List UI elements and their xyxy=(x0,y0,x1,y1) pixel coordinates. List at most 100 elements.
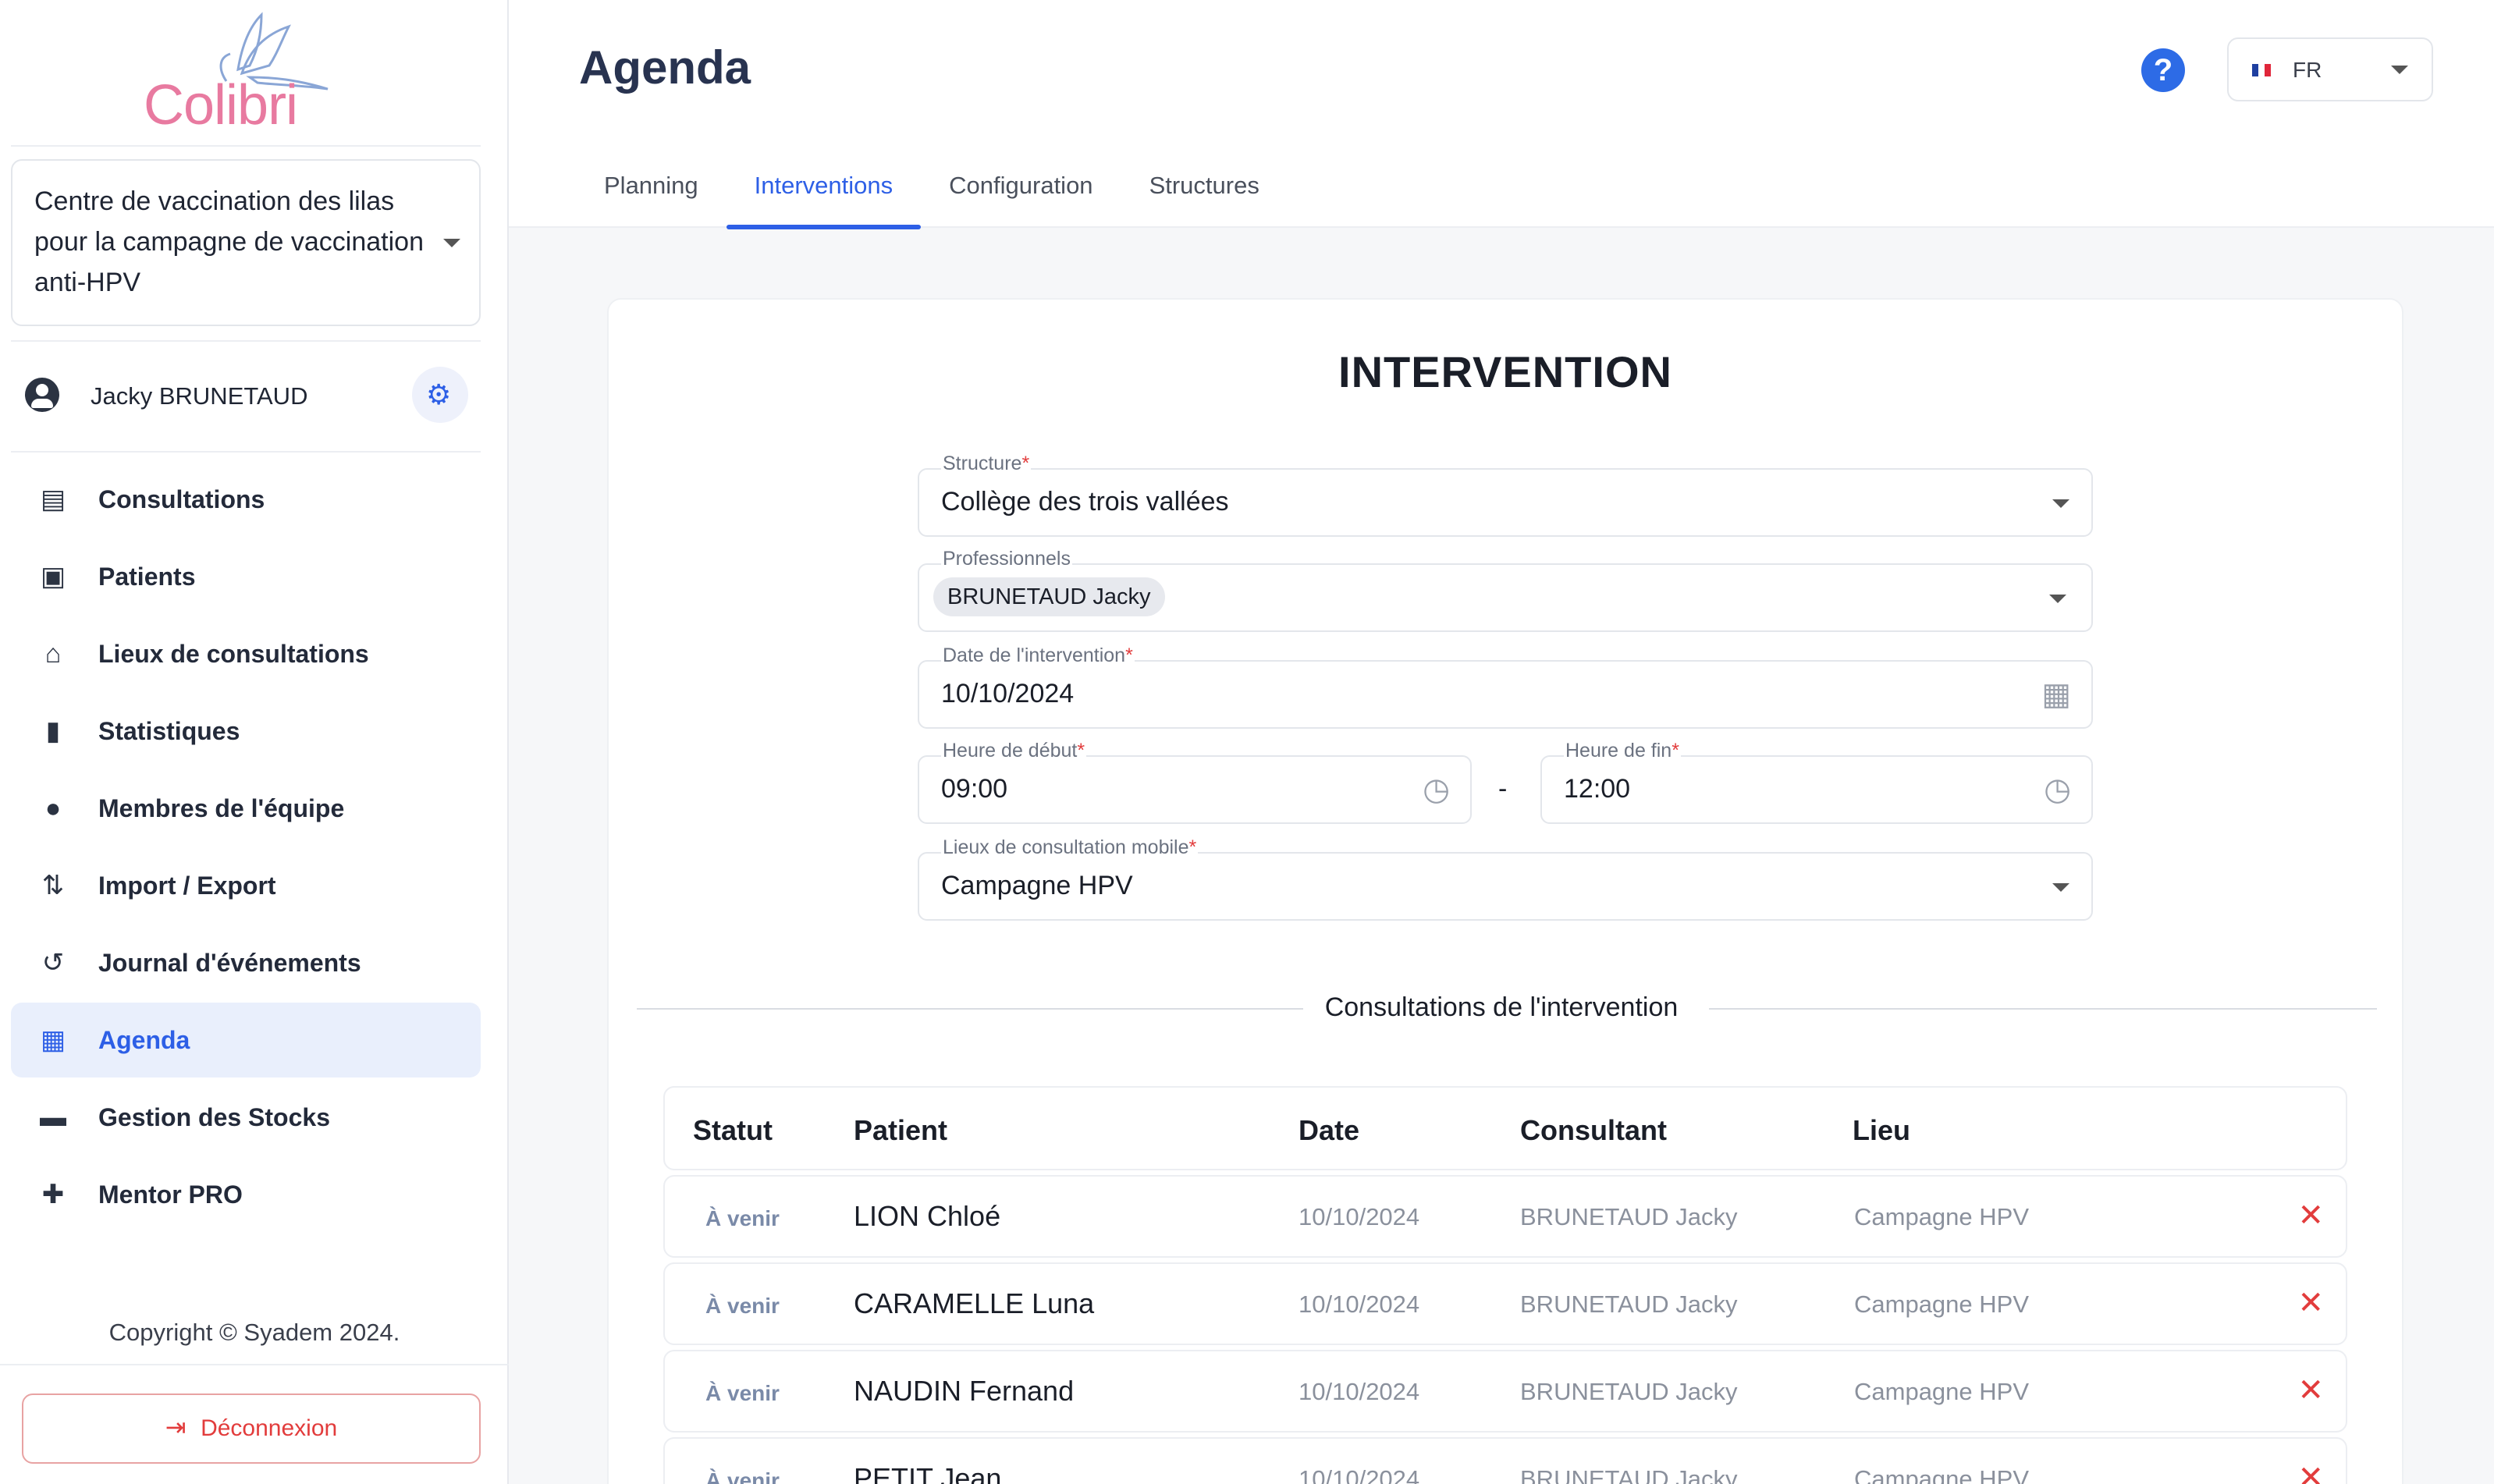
consultation-place: Campagne HPV xyxy=(1854,1465,2030,1484)
calendar-icon[interactable]: ▦ xyxy=(2041,679,2071,710)
section-title: Consultations de l'intervention xyxy=(509,992,2494,1023)
sidebar: Colibri Centre de vaccination des lilas … xyxy=(0,0,509,1484)
end-time-label: Heure de fin* xyxy=(1564,740,1681,762)
sidebar-item-membres[interactable]: ● Membres de l'équipe xyxy=(11,771,481,846)
patient-name[interactable]: PETIT Jean xyxy=(854,1462,1001,1484)
clock-icon[interactable]: ◷ xyxy=(1423,774,1450,805)
professional-chip[interactable]: BRUNETAUD Jacky xyxy=(933,577,1165,616)
delete-icon[interactable]: ✕ xyxy=(2297,1200,2324,1231)
page-title: Agenda xyxy=(579,41,751,94)
archive-icon: ▬ xyxy=(40,1102,66,1132)
calendar-icon: ▦ xyxy=(40,1025,66,1055)
consultant-name: BRUNETAUD Jacky xyxy=(1520,1291,1738,1318)
history-icon: ↺ xyxy=(41,948,65,978)
sidebar-item-stocks[interactable]: ▬ Gestion des Stocks xyxy=(11,1080,481,1155)
end-time-field[interactable]: Heure de fin* 12:00 ◷ xyxy=(1540,740,2093,824)
consultation-date: 10/10/2024 xyxy=(1299,1291,1420,1318)
time-separator: - xyxy=(1498,774,1508,804)
tab-structures[interactable]: Structures xyxy=(1121,162,1288,228)
sidebar-item-label: Lieux de consultations xyxy=(98,640,369,668)
caret-down-icon xyxy=(2052,499,2069,508)
language-code: FR xyxy=(2293,58,2322,82)
sidebar-item-lieux[interactable]: ⌂ Lieux de consultations xyxy=(11,616,481,691)
language-selector[interactable]: FR xyxy=(2227,37,2433,101)
clock-icon[interactable]: ◷ xyxy=(2044,774,2071,805)
tabs: Planning Interventions Configuration Str… xyxy=(576,162,1288,229)
delete-icon[interactable]: ✕ xyxy=(2297,1462,2324,1484)
table-header: Statut Patient Date Consultant Lieu xyxy=(663,1086,2347,1170)
status-badge: À venir xyxy=(705,1294,780,1318)
consultation-date: 10/10/2024 xyxy=(1299,1465,1420,1484)
logout-label: Déconnexion xyxy=(201,1415,338,1441)
divider xyxy=(11,340,481,342)
sidebar-item-label: Agenda xyxy=(98,1026,190,1054)
caret-down-icon xyxy=(443,239,460,247)
column-header-place: Lieu xyxy=(1853,1114,1911,1146)
help-icon[interactable]: ? xyxy=(2141,48,2185,92)
table-row[interactable]: À venir PETIT Jean 10/10/2024 BRUNETAUD … xyxy=(663,1437,2347,1484)
consultation-place: Campagne HPV xyxy=(1854,1291,2030,1318)
account-circle-icon xyxy=(25,378,59,412)
consultation-date: 10/10/2024 xyxy=(1299,1378,1420,1405)
mobile-location-select[interactable]: Lieux de consultation mobile* Campagne H… xyxy=(918,836,2093,921)
date-value: 10/10/2024 xyxy=(941,679,1075,708)
structure-select[interactable]: Structure* Collège des trois vallées xyxy=(918,453,2093,537)
consultation-place: Campagne HPV xyxy=(1854,1378,2030,1405)
consultant-name: BRUNETAUD Jacky xyxy=(1520,1203,1738,1230)
sidebar-item-journal[interactable]: ↺ Journal d'événements xyxy=(11,925,481,1000)
logout-button[interactable]: ⇥ Déconnexion xyxy=(22,1393,481,1464)
sidebar-item-label: Consultations xyxy=(98,485,265,513)
structure-value: Collège des trois vallées xyxy=(941,487,1229,517)
start-time-label: Heure de début* xyxy=(941,740,1087,762)
tab-planning[interactable]: Planning xyxy=(576,162,727,228)
clipboard-icon: ▤ xyxy=(40,485,66,514)
sidebar-item-label: Journal d'événements xyxy=(98,949,361,977)
consultation-date: 10/10/2024 xyxy=(1299,1203,1420,1230)
bar-chart-icon: ▮ xyxy=(45,716,61,746)
consultant-name: BRUNETAUD Jacky xyxy=(1520,1378,1738,1405)
divider xyxy=(11,451,481,453)
sidebar-item-consultations[interactable]: ▤ Consultations xyxy=(11,462,481,537)
divider xyxy=(11,145,481,147)
sidebar-item-patients[interactable]: ▣ Patients xyxy=(11,539,481,614)
start-time-field[interactable]: Heure de début* 09:00 ◷ xyxy=(918,740,1472,824)
delete-icon[interactable]: ✕ xyxy=(2297,1287,2324,1319)
sidebar-item-import-export[interactable]: ⇅ Import / Export xyxy=(11,848,481,923)
sidebar-item-agenda[interactable]: ▦ Agenda xyxy=(11,1003,481,1077)
caret-down-icon xyxy=(2052,883,2069,892)
sidebar-item-label: Patients xyxy=(98,563,196,591)
patient-name[interactable]: NAUDIN Fernand xyxy=(854,1375,1074,1408)
delete-icon[interactable]: ✕ xyxy=(2297,1375,2324,1406)
tab-configuration[interactable]: Configuration xyxy=(921,162,1121,228)
sidebar-item-mentor-pro[interactable]: ✚ Mentor PRO xyxy=(11,1157,481,1232)
date-field[interactable]: Date de l'intervention* 10/10/2024 ▦ xyxy=(918,644,2093,729)
column-header-status: Statut xyxy=(693,1114,773,1146)
status-badge: À venir xyxy=(705,1468,780,1484)
french-flag-icon xyxy=(2252,64,2271,76)
team-icon: ● xyxy=(44,793,62,823)
logo-text: Colibri xyxy=(144,74,298,137)
mobile-location-value: Campagne HPV xyxy=(941,871,1133,900)
tab-interventions[interactable]: Interventions xyxy=(726,162,922,229)
center-selector-value: Centre de vaccination des lilas pour la … xyxy=(34,186,424,297)
patient-name[interactable]: LION Chloé xyxy=(854,1200,1000,1233)
house-plus-icon: ⌂ xyxy=(44,639,62,669)
patient-badge-icon: ▣ xyxy=(40,562,66,591)
table-row[interactable]: À venir LION Chloé 10/10/2024 BRUNETAUD … xyxy=(663,1175,2347,1258)
table-row[interactable]: À venir CARAMELLE Luna 10/10/2024 BRUNET… xyxy=(663,1262,2347,1345)
form-title: INTERVENTION xyxy=(1338,347,1672,396)
table-row[interactable]: À venir NAUDIN Fernand 10/10/2024 BRUNET… xyxy=(663,1350,2347,1433)
caret-down-icon xyxy=(2391,66,2408,74)
user-settings-button[interactable]: ⚙ xyxy=(412,367,468,423)
patient-name[interactable]: CARAMELLE Luna xyxy=(854,1287,1094,1320)
professionals-label: Professionnels xyxy=(941,548,1072,570)
logout-icon: ⇥ xyxy=(165,1413,187,1441)
center-selector[interactable]: Centre de vaccination des lilas pour la … xyxy=(11,159,481,326)
sidebar-nav: ▤ Consultations ▣ Patients ⌂ Lieux de co… xyxy=(11,462,481,1234)
professionals-select[interactable]: Professionnels BRUNETAUD Jacky xyxy=(918,548,2093,632)
mobile-location-label: Lieux de consultation mobile* xyxy=(941,836,1199,859)
sidebar-item-statistiques[interactable]: ▮ Statistiques xyxy=(11,694,481,769)
colibri-logo: Colibri xyxy=(133,11,343,137)
vaccine-icon: ✚ xyxy=(41,1180,65,1209)
start-time-value: 09:00 xyxy=(941,774,1008,804)
